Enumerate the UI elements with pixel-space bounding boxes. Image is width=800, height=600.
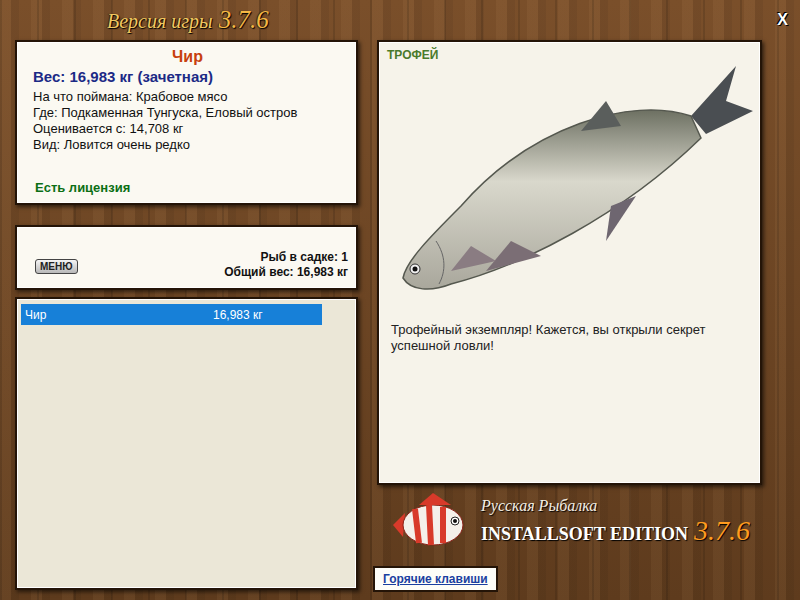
catch-list: Чир16,983 кг [15,297,358,590]
fish-picture [391,56,761,306]
title-version: 3.7.6 [219,6,269,34]
fish-info-screen: Версия игры3.7.6 X Чир Вес: 16,983 кг (заче… [0,0,800,600]
game-logo: Русская Рыбалка INSTALLSOFT EDITION 3.7.6 [377,491,762,553]
fish-info-panel: Чир Вес: 16,983 кг (зачетная) На что пойма… [15,40,358,205]
keeper-panel: МЕНЮ Рыб в садке: 1Общий вес: 16,983 кг [15,225,358,290]
logo-edition: INSTALLSOFT EDITION [481,524,688,545]
logo-title: Русская Рыбалка [481,497,750,515]
fish-detail: Где: Подкаменная Тунгуска, Еловый остров [33,105,342,121]
hotkeys-button[interactable]: Горячие клавиши [373,566,498,592]
window-title: Версия игры3.7.6 [107,6,269,34]
total-weight: Общий вес: 16,983 кг [224,265,348,280]
fish-weight: Вес: 16,983 кг (зачетная) [33,68,342,85]
fish-detail: Оценивается с: 14,708 кг [33,121,342,137]
fish-detail: На что поймана: Крабовое мясо [33,89,342,105]
title-bar: Версия игры3.7.6 X [15,0,792,40]
catch-row[interactable]: Чир16,983 кг [21,304,322,325]
logo-version: 3.7.6 [694,515,750,547]
keeper-summary: Рыб в садке: 1Общий вес: 16,983 кг [224,250,348,280]
menu-button[interactable]: МЕНЮ [35,259,78,274]
license-status: Есть лицензия [33,180,342,195]
close-button[interactable]: X [773,11,792,29]
fish-detail: Вид: Ловится очень редко [33,137,342,153]
fish-name: Чир [33,48,342,66]
logo-fish-icon [389,491,473,553]
trophy-message: Трофейный экземпляр! Кажется, вы открыли… [387,306,752,354]
trophy-panel: ТРОФЕЙ Трофейный экземпляр! Кажется, вы о… [377,40,762,485]
trophy-badge: ТРОФЕЙ [387,48,752,62]
fish-count: Рыб в садке: 1 [224,250,348,265]
